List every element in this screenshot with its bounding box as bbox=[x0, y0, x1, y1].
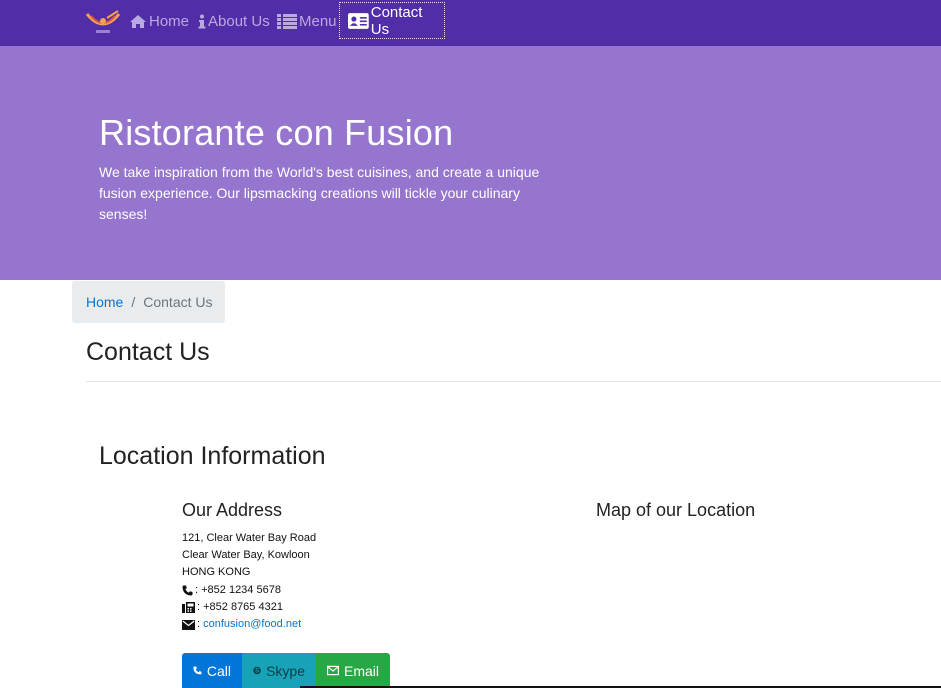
phone-icon bbox=[182, 585, 193, 596]
call-button[interactable]: Call bbox=[182, 653, 242, 688]
nav-menu-label: Menu bbox=[299, 12, 337, 30]
fax-icon bbox=[182, 601, 195, 613]
email-prefix: : bbox=[197, 617, 201, 630]
svg-text:S: S bbox=[255, 668, 259, 675]
phone-icon bbox=[193, 666, 202, 675]
nav-contact-label: Contact Us bbox=[370, 3, 423, 38]
nav-about-label: About Us bbox=[208, 12, 270, 30]
phone-line: : +852 1234 5678 bbox=[182, 582, 316, 599]
nav-about[interactable]: About Us bbox=[198, 0, 270, 42]
breadcrumb-current: Contact Us bbox=[143, 294, 213, 310]
jumbotron: Ristorante con Fusion We take inspiratio… bbox=[0, 46, 941, 280]
jumbotron-text: We take inspiration from the World's bes… bbox=[99, 164, 540, 222]
address-block: 121, Clear Water Bay Road Clear Water Ba… bbox=[182, 530, 316, 633]
page-title: Contact Us bbox=[86, 338, 210, 366]
breadcrumb: Home / Contact Us bbox=[72, 281, 225, 323]
address-line-1: 121, Clear Water Bay Road bbox=[182, 532, 317, 544]
nav-home-label: Home bbox=[149, 12, 190, 30]
restaurant-logo[interactable] bbox=[84, 8, 122, 36]
breadcrumb-home-link[interactable]: Home bbox=[86, 294, 123, 310]
email-line: : confusion@food.net bbox=[182, 616, 316, 633]
envelope-icon bbox=[182, 619, 195, 630]
fax-number: : +852 8765 4321 bbox=[197, 600, 283, 613]
address-line-3: HONG KONG bbox=[182, 566, 251, 579]
email-button-label: Email bbox=[343, 662, 379, 679]
skype-button-label: Skype bbox=[266, 662, 305, 679]
section-title: Location Information bbox=[99, 442, 326, 470]
navbar: Home About Us Menu Contact Us bbox=[0, 0, 941, 46]
address-line-2: Clear Water Bay, Kowloon bbox=[182, 549, 310, 562]
address-title: Our Address bbox=[182, 500, 283, 520]
email-button[interactable]: Email bbox=[316, 653, 390, 688]
map-title: Map of our Location bbox=[596, 500, 756, 520]
list-icon bbox=[277, 13, 297, 29]
call-button-label: Call bbox=[206, 662, 231, 679]
contact-button-group: Call S Skype Email bbox=[182, 653, 390, 688]
home-icon bbox=[130, 14, 146, 28]
envelope-icon bbox=[327, 665, 339, 676]
nav-contact[interactable]: Contact Us bbox=[339, 2, 445, 39]
nav-home[interactable]: Home bbox=[129, 0, 189, 42]
email-link[interactable]: confusion@food.net bbox=[203, 616, 301, 633]
jumbotron-title: Ristorante con Fusion bbox=[99, 112, 454, 153]
fax-line: : +852 8765 4321 bbox=[182, 599, 316, 616]
breadcrumb-separator: / bbox=[131, 294, 136, 310]
info-icon bbox=[198, 14, 206, 28]
skype-icon: S bbox=[253, 666, 261, 675]
divider bbox=[86, 381, 941, 382]
address-card-icon bbox=[348, 12, 369, 29]
phone-number: : +852 1234 5678 bbox=[195, 583, 281, 596]
nav-menu[interactable]: Menu bbox=[277, 0, 337, 42]
skype-button[interactable]: S Skype bbox=[242, 653, 316, 688]
